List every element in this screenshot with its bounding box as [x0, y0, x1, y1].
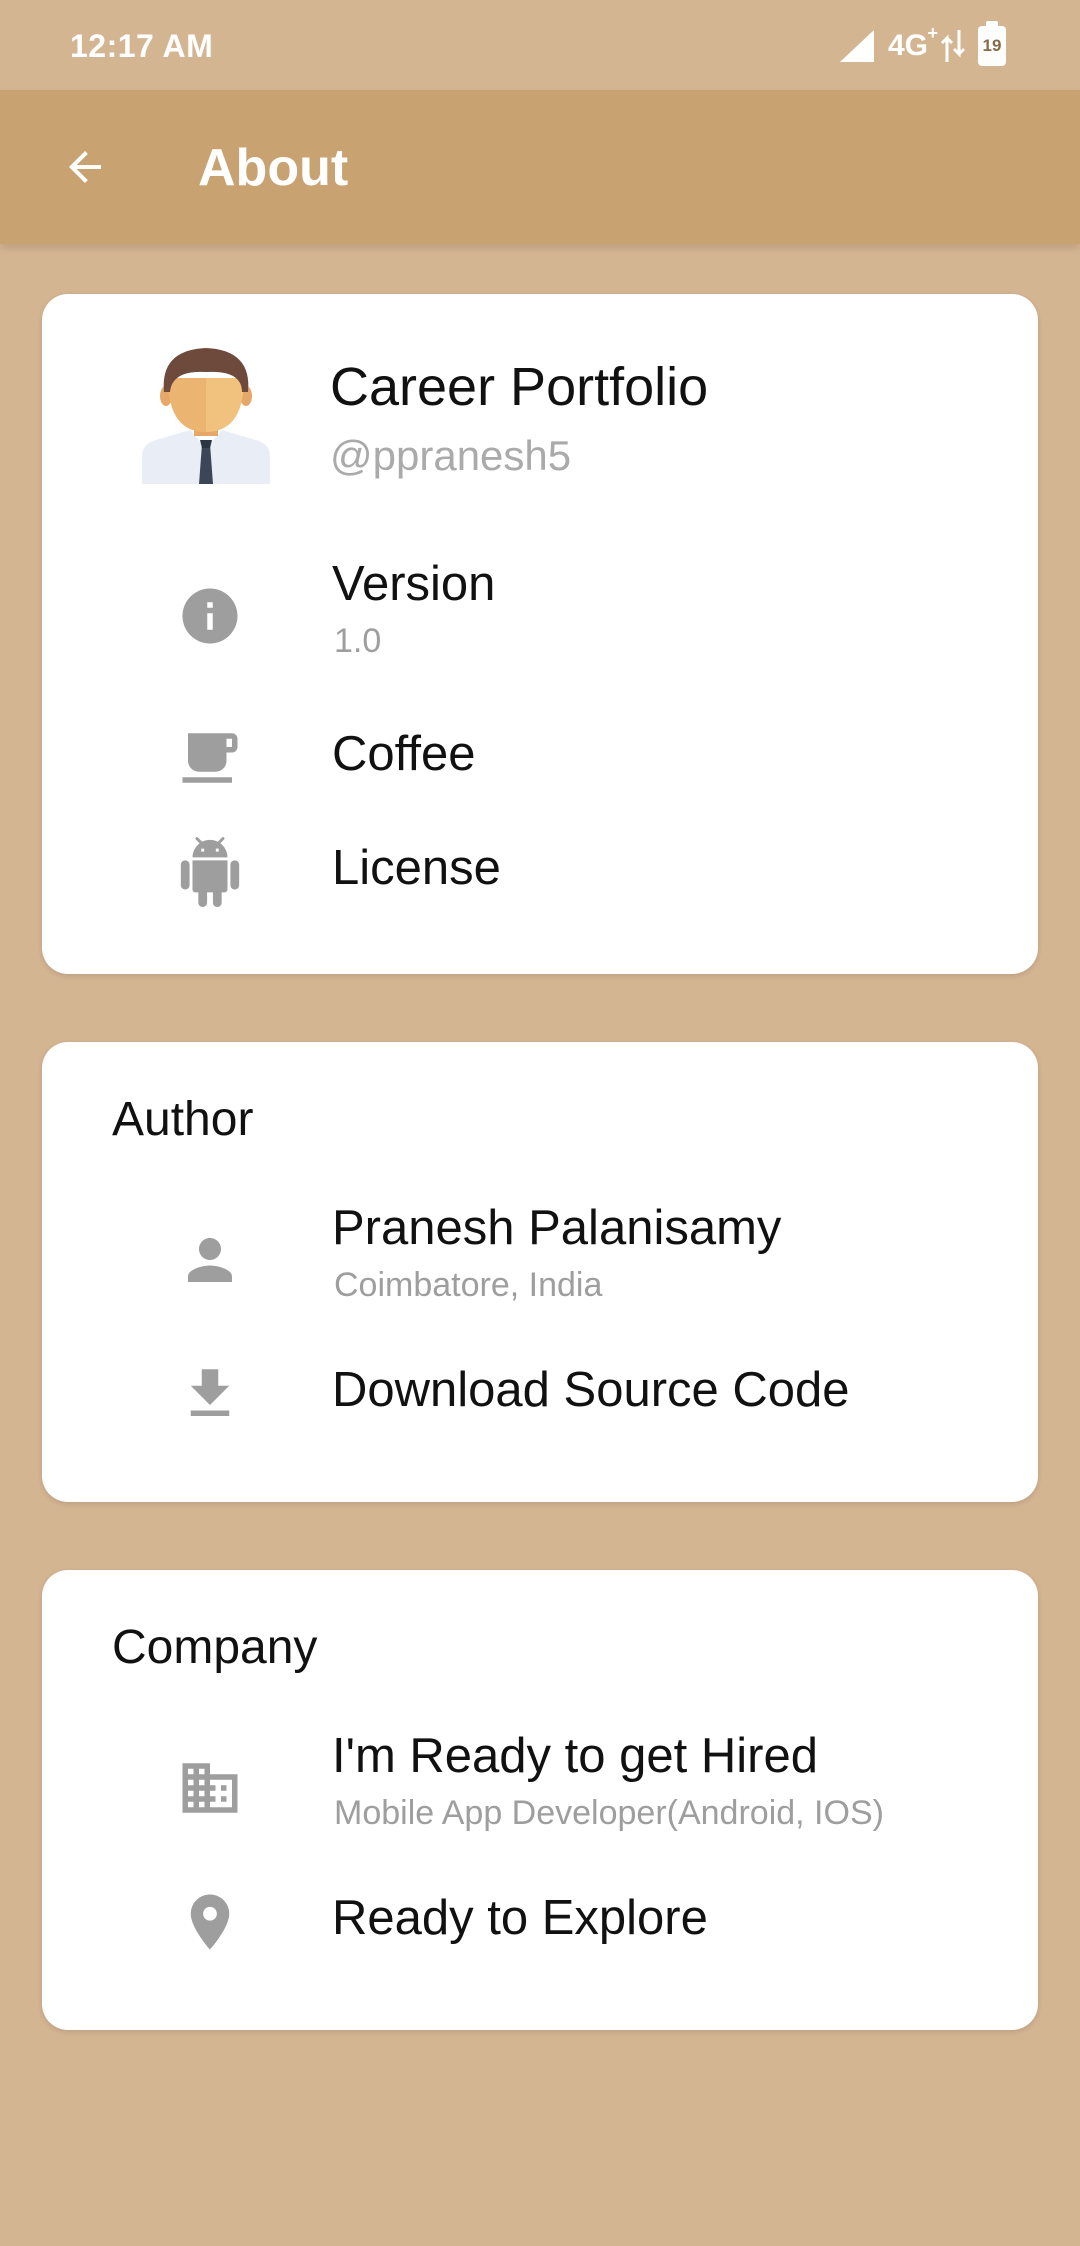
status-icons: 4G + 19 — [838, 21, 1006, 68]
license-item[interactable]: License — [42, 822, 1038, 922]
company-heading: Company — [112, 1621, 318, 1674]
data-arrows-icon — [940, 30, 966, 62]
company-card: Company I'm Ready to get Hired Mobile Ap… — [42, 1570, 1038, 2030]
status-time: 12:17 AM — [70, 28, 214, 64]
android-icon — [170, 832, 250, 912]
network-type: 4G + — [887, 23, 938, 62]
author-heading: Author — [112, 1093, 254, 1146]
hired-role: Mobile App Developer(Android, IOS) — [334, 1794, 884, 1832]
battery-icon: 19 — [978, 21, 1006, 66]
version-value: 1.0 — [334, 622, 382, 660]
coffee-icon — [170, 718, 250, 798]
status-bar: 12:17 AM 4G + 19 — [0, 0, 1080, 90]
signal-icon — [839, 30, 874, 62]
arrow-back-icon — [69, 151, 101, 183]
license-label: License — [332, 841, 501, 895]
business-icon — [170, 1748, 250, 1828]
author-item[interactable]: Pranesh Palanisamy Coimbatore, India — [42, 1200, 1038, 1330]
download-icon — [170, 1354, 250, 1434]
author-location: Coimbatore, India — [334, 1266, 603, 1304]
download-source-label: Download Source Code — [332, 1363, 850, 1417]
location-pin-icon — [170, 1882, 250, 1962]
version-item[interactable]: Version 1.0 — [42, 556, 1038, 686]
page-title: About — [198, 139, 349, 197]
info-icon — [170, 576, 250, 656]
app-info-card: Career Portfolio @ppranesh5 Version 1.0 … — [42, 294, 1038, 974]
hired-item[interactable]: I'm Ready to get Hired Mobile App Develo… — [42, 1728, 1038, 1858]
person-icon — [170, 1220, 250, 1300]
author-card: Author Pranesh Palanisamy Coimbatore, In… — [42, 1042, 1038, 1502]
back-button[interactable] — [40, 122, 130, 212]
explore-label: Ready to Explore — [332, 1891, 708, 1945]
hired-label: I'm Ready to get Hired — [332, 1729, 818, 1783]
download-source-item[interactable]: Download Source Code — [42, 1344, 1038, 1444]
app-bar: About — [0, 90, 1080, 244]
coffee-label: Coffee — [332, 727, 476, 781]
author-name: Pranesh Palanisamy — [332, 1201, 782, 1255]
version-label: Version — [332, 557, 496, 611]
coffee-item[interactable]: Coffee — [42, 708, 1038, 808]
app-name: Career Portfolio — [330, 357, 709, 417]
app-handle: @ppranesh5 — [330, 432, 572, 479]
avatar-icon — [142, 348, 270, 484]
explore-item[interactable]: Ready to Explore — [42, 1872, 1038, 1972]
